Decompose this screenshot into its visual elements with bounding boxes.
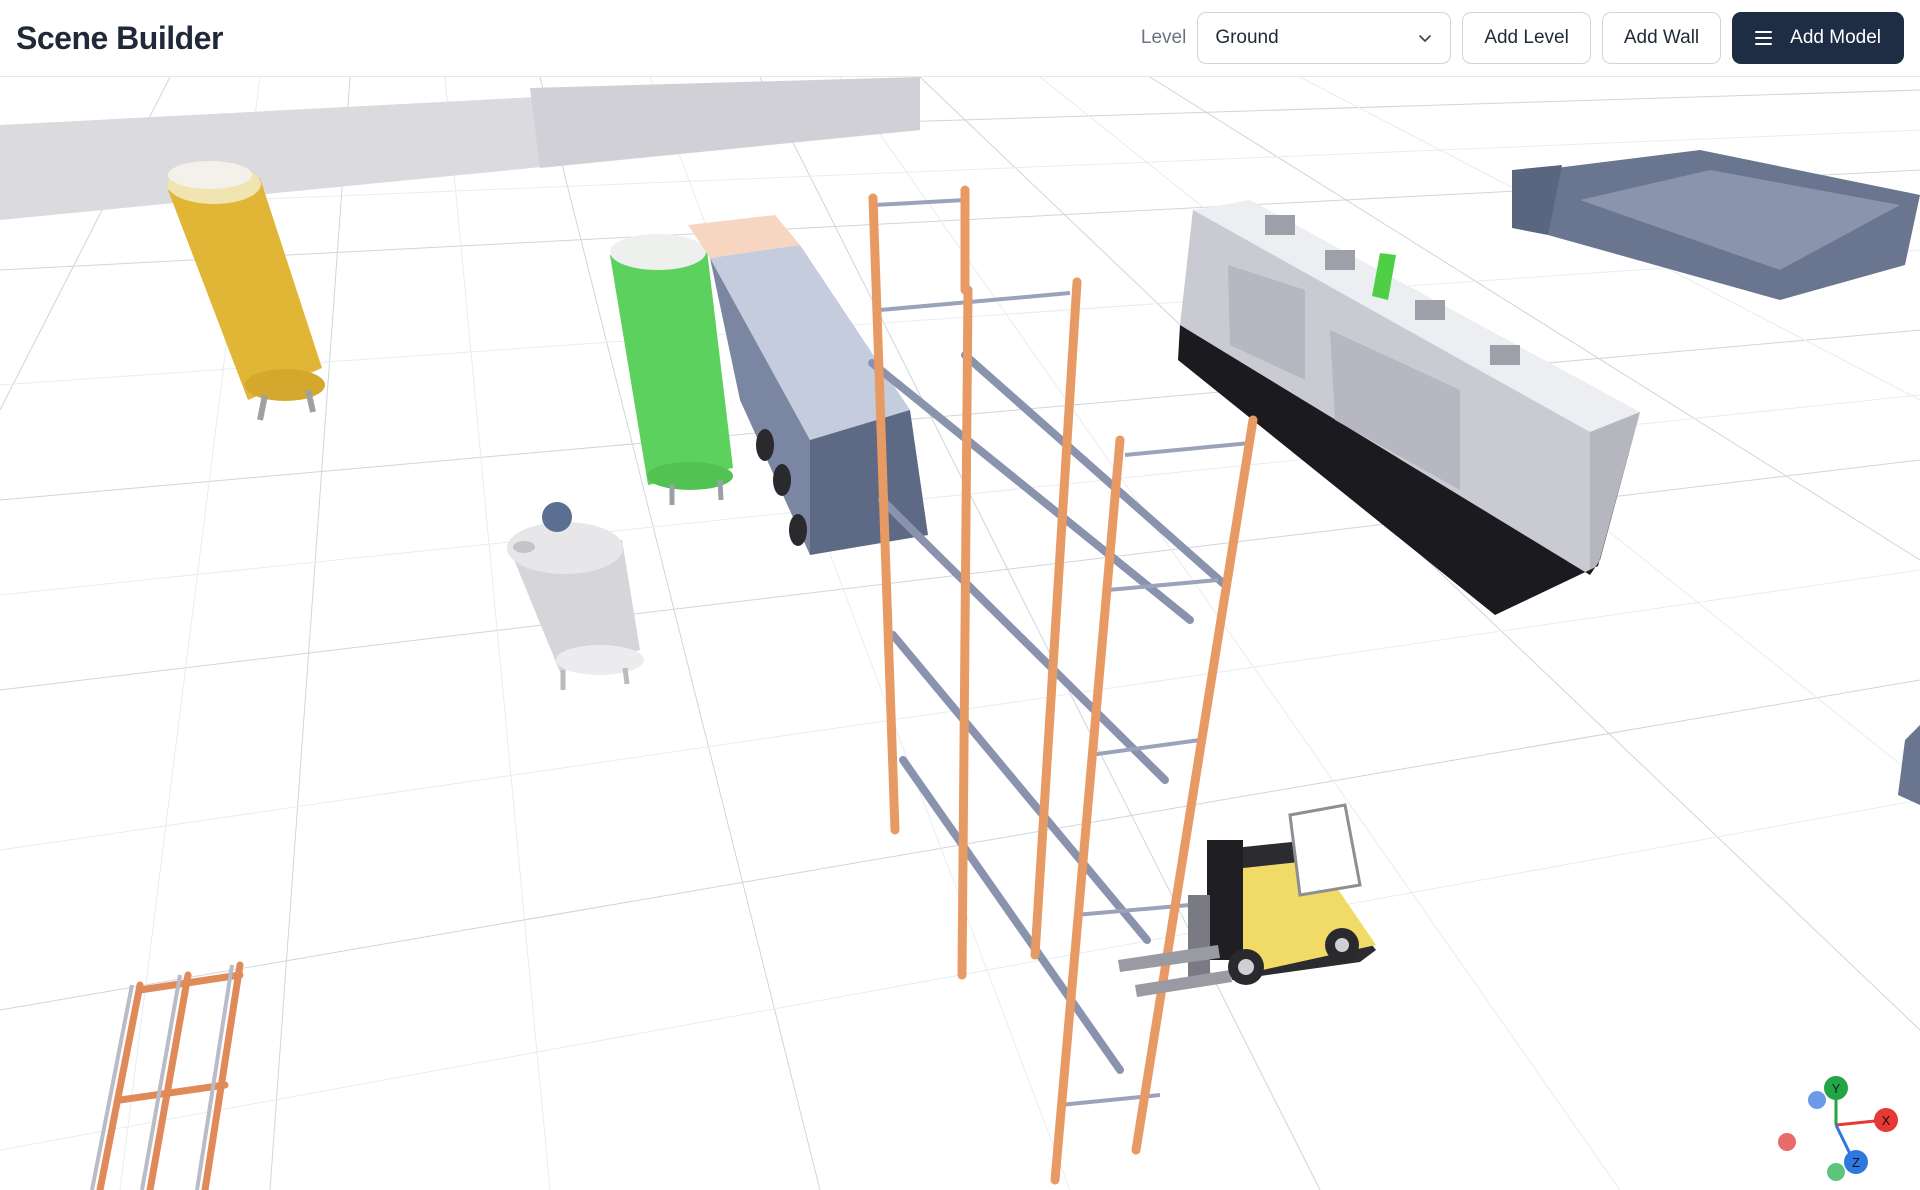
app-header: Scene Builder Level Ground Add Level Add… [0,0,1920,77]
axis-neg-x-handle[interactable] [1778,1133,1796,1151]
bin-model[interactable] [1512,150,1920,300]
add-model-button[interactable]: Add Model [1732,12,1904,64]
axis-gizmo[interactable]: Y X Z [1778,1076,1898,1181]
add-level-button[interactable]: Add Level [1462,12,1591,64]
menu-icon [1755,31,1773,45]
axis-x-label: X [1882,1113,1891,1128]
scene-canvas[interactable]: Y X Z [0,77,1920,1190]
axis-y-label: Y [1832,1081,1841,1096]
wall[interactable] [0,77,920,220]
machine-model[interactable] [1178,200,1640,615]
axis-z-label: Z [1852,1155,1860,1170]
small-rack-model[interactable] [90,961,244,1190]
forklift-model[interactable] [1118,803,1376,997]
trailer-model[interactable] [688,215,928,555]
add-model-label: Add Model [1790,27,1881,48]
level-label: Level [1140,27,1187,48]
axis-neg-y-handle[interactable] [1827,1163,1845,1181]
toolbar: Level Ground Add Level Add Wall Add Mode… [1141,12,1904,64]
level-select[interactable]: Ground [1197,12,1452,64]
app-title: Scene Builder [16,19,223,56]
add-wall-button[interactable]: Add Wall [1601,12,1722,64]
chevron-down-icon [1419,35,1432,42]
axis-neg-z-handle[interactable] [1808,1091,1826,1109]
level-select-value: Ground [1215,27,1279,48]
yellow-silo-model[interactable] [167,161,325,421]
scene-viewport[interactable]: Y X Z [0,77,1920,1190]
